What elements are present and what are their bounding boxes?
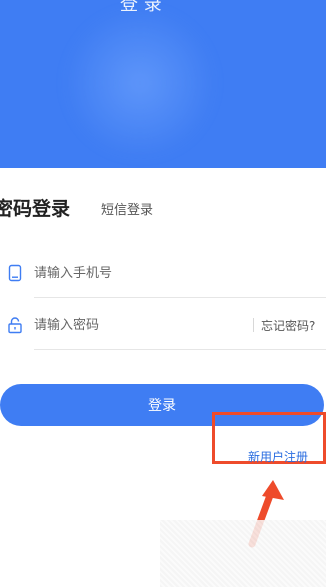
phone-underline [34,297,326,298]
header-title: 登 录 [120,0,162,15]
password-divider [253,318,254,332]
forgot-password-link[interactable]: 忘记密码? [261,317,315,334]
tab-sms-login[interactable]: 短信登录 [101,199,153,218]
login-page: 登 录 密码登录 短信登录 忘记密码? 登录 新用户注册 [0,0,326,587]
password-underline [34,349,326,350]
password-input[interactable] [34,314,234,336]
password-field: 忘记密码? [0,302,326,350]
phone-icon [6,264,24,282]
header-banner: 登 录 [0,0,326,168]
lock-icon [6,316,24,334]
register-link[interactable]: 新用户注册 [248,448,308,465]
phone-input[interactable] [34,262,244,284]
tab-password-login[interactable]: 密码登录 [0,194,70,221]
phone-field [0,250,326,298]
watermark [160,520,326,587]
header-glow [60,8,220,158]
